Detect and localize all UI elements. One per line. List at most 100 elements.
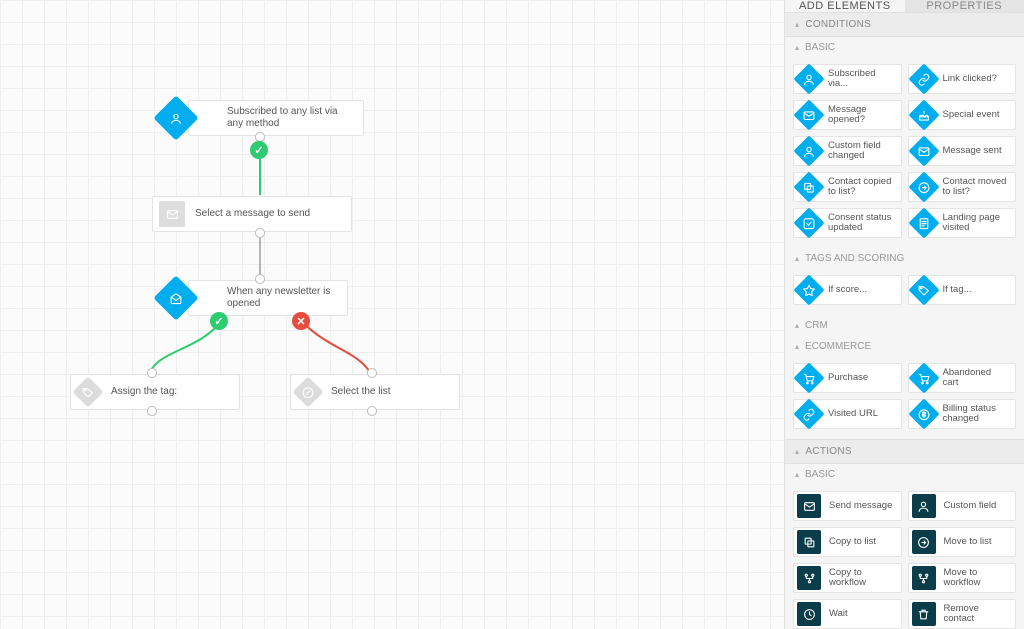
user-icon <box>912 494 936 518</box>
check-icon <box>793 207 824 238</box>
palette-item-label: Purchase <box>828 373 868 383</box>
palette-remove-contact[interactable]: Remove contact <box>908 599 1017 629</box>
palette-item-label: Consent status updated <box>828 213 895 234</box>
palette-if-tag[interactable]: If tag... <box>908 275 1017 305</box>
palette-item-label: Copy to list <box>829 537 876 547</box>
node-subscribed-trigger[interactable]: Subscribed to any list via any method <box>188 100 364 136</box>
cart-icon <box>908 362 939 393</box>
section-label: ACTIONS <box>805 446 852 457</box>
section-label: TAGS AND SCORING <box>805 253 904 264</box>
palette-item-label: Contact copied to list? <box>828 177 895 198</box>
node-label: When any newsletter is opened <box>227 286 333 310</box>
palette-item-label: Special event <box>943 110 1000 120</box>
palette-item-label: Billing status changed <box>943 404 1010 425</box>
section-label: ECOMMERCE <box>805 341 871 352</box>
palette-contact-copied-to-list[interactable]: Contact copied to list? <box>793 172 902 202</box>
palette-subscribed-via[interactable]: Subscribed via... <box>793 64 902 94</box>
sidebar-tabs: ADD ELEMENTS PROPERTIES <box>785 0 1024 12</box>
palette-copy-to-workflow[interactable]: Copy to workflow <box>793 563 902 593</box>
clock-icon <box>797 602 821 626</box>
palette-message-opened[interactable]: Message opened? <box>793 100 902 130</box>
flow-icon <box>912 566 936 590</box>
caret-icon: ▴ <box>795 254 799 263</box>
palette-move-to-workflow[interactable]: Move to workflow <box>908 563 1017 593</box>
port[interactable] <box>147 368 157 378</box>
mail-icon <box>159 201 185 227</box>
star-icon <box>793 274 824 305</box>
dollar-icon <box>908 398 939 429</box>
palette-wait[interactable]: Wait <box>793 599 902 629</box>
subsection-actions-basic[interactable]: ▴BASIC <box>785 464 1024 485</box>
port[interactable] <box>255 228 265 238</box>
subsection-crm[interactable]: ▴CRM <box>785 315 1024 336</box>
palette-landing-page-visited[interactable]: Landing page visited <box>908 208 1017 238</box>
palette-custom-field-changed[interactable]: Custom field changed <box>793 136 902 166</box>
palette-copy-to-list[interactable]: Copy to list <box>793 527 902 557</box>
tab-label: PROPERTIES <box>926 0 1002 12</box>
user-icon <box>793 63 824 94</box>
section-label: BASIC <box>805 469 835 480</box>
palette-contact-moved-to-list[interactable]: Contact moved to list? <box>908 172 1017 202</box>
palette-item-label: Link clicked? <box>943 74 997 84</box>
node-label: Select the list <box>331 386 390 398</box>
node-assign-tag[interactable]: Assign the tag: <box>70 374 240 410</box>
palette-abandoned-cart[interactable]: Abandoned cart <box>908 363 1017 393</box>
palette-conditions-basic: Subscribed via... Link clicked? Message op… <box>785 58 1024 248</box>
subsection-basic[interactable]: ▴BASIC <box>785 37 1024 58</box>
caret-icon: ▴ <box>795 321 799 330</box>
port[interactable] <box>147 406 157 416</box>
palette-item-label: Landing page visited <box>943 213 1010 234</box>
section-conditions[interactable]: ▴CONDITIONS <box>785 12 1024 37</box>
move-icon <box>908 171 939 202</box>
palette-item-label: Copy to workflow <box>829 568 895 589</box>
copy-icon <box>797 530 821 554</box>
section-actions[interactable]: ▴ ACTIONS <box>785 439 1024 464</box>
link-icon <box>908 63 939 94</box>
list-icon <box>292 376 323 407</box>
tab-label: ADD ELEMENTS <box>799 0 891 12</box>
palette-item-label: Wait <box>829 609 848 619</box>
node-label: Assign the tag: <box>111 386 177 398</box>
palette-item-label: Message opened? <box>828 105 895 126</box>
port[interactable] <box>255 274 265 284</box>
subsection-ecommerce[interactable]: ▴ ECOMMERCE <box>785 336 1024 357</box>
palette-link-clicked[interactable]: Link clicked? <box>908 64 1017 94</box>
node-newsletter-opened[interactable]: When any newsletter is opened <box>188 280 348 316</box>
tag-icon <box>72 376 103 407</box>
port[interactable] <box>367 406 377 416</box>
trash-icon <box>912 602 936 626</box>
section-label: CONDITIONS <box>805 19 871 30</box>
caret-icon: ▴ <box>795 447 799 456</box>
palette-purchase[interactable]: Purchase <box>793 363 902 393</box>
node-select-message[interactable]: Select a message to send <box>152 196 352 232</box>
mail-icon <box>797 494 821 518</box>
tab-add-elements[interactable]: ADD ELEMENTS <box>785 0 905 12</box>
palette-item-label: Subscribed via... <box>828 69 895 90</box>
palette-special-event[interactable]: Special event <box>908 100 1017 130</box>
workflow-canvas[interactable]: Subscribed to any list via any method ✓ … <box>0 0 784 629</box>
palette-custom-field[interactable]: Custom field <box>908 491 1017 521</box>
palette-billing-status-changed[interactable]: Billing status changed <box>908 399 1017 429</box>
palette-visited-url[interactable]: Visited URL <box>793 399 902 429</box>
subsection-tags-scoring[interactable]: ▴ TAGS AND SCORING <box>785 248 1024 269</box>
caret-icon: ▴ <box>795 43 799 52</box>
status-ok-icon: ✓ <box>210 312 228 330</box>
node-label: Subscribed to any list via any method <box>227 106 349 130</box>
palette-conditions-ecommerce: Purchase Abandoned cart Visited URL Billing… <box>785 357 1024 439</box>
cart-icon <box>793 362 824 393</box>
palette-item-label: If score... <box>828 285 867 295</box>
palette-move-to-list[interactable]: Move to list <box>908 527 1017 557</box>
palette-consent-status-updated[interactable]: Consent status updated <box>793 208 902 238</box>
palette-if-score[interactable]: If score... <box>793 275 902 305</box>
node-select-list[interactable]: Select the list <box>290 374 460 410</box>
caret-icon: ▴ <box>795 342 799 351</box>
tab-properties[interactable]: PROPERTIES <box>905 0 1024 12</box>
palette-item-label: Send message <box>829 501 892 511</box>
palette-send-message[interactable]: Send message <box>793 491 902 521</box>
tag-icon <box>908 274 939 305</box>
page-icon <box>908 207 939 238</box>
palette-item-label: Abandoned cart <box>943 368 1010 389</box>
port[interactable] <box>367 368 377 378</box>
palette-message-sent[interactable]: Message sent <box>908 136 1017 166</box>
palette-item-label: Message sent <box>943 146 1002 156</box>
